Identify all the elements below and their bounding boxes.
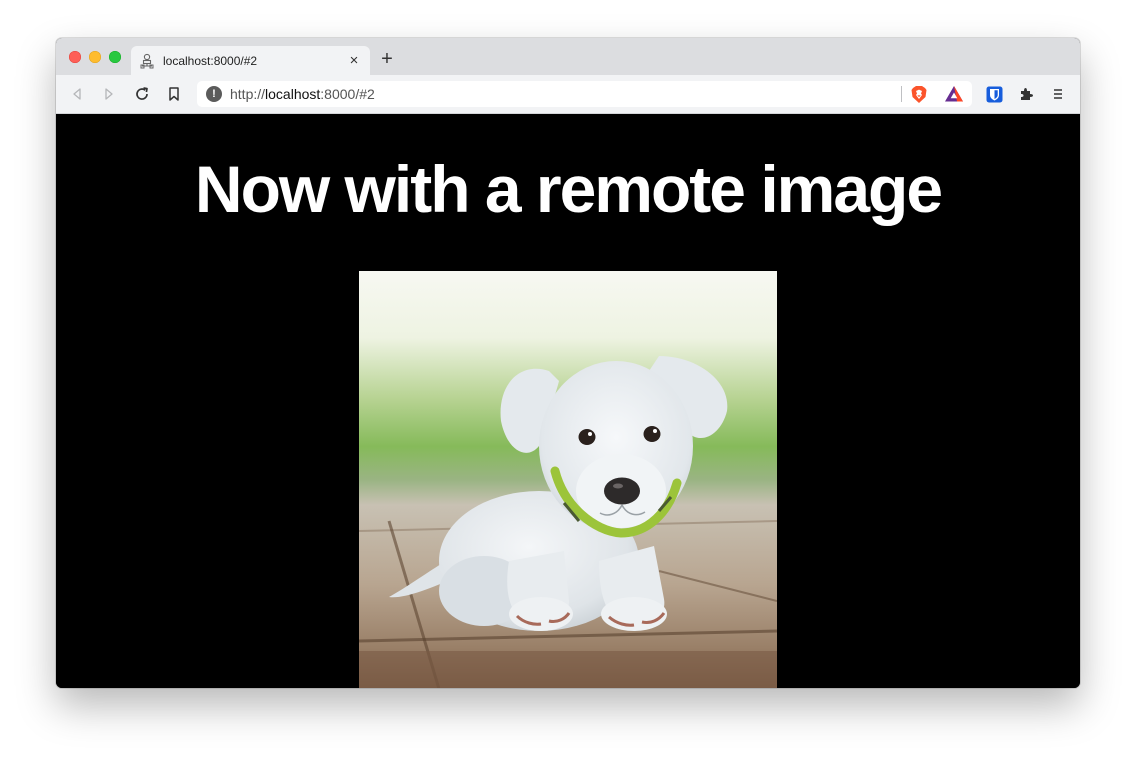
new-tab-button[interactable]: + (377, 49, 397, 70)
page-content: Now with a remote image (56, 114, 1080, 688)
address-bar[interactable]: ! http://localhost:8000/#2 (197, 81, 972, 107)
tab-close-button[interactable]: × (344, 52, 364, 69)
tab-title: localhost:8000/#2 (163, 53, 258, 68)
extensions-icon[interactable] (1017, 85, 1035, 103)
minimize-window-button[interactable] (89, 51, 101, 63)
reload-icon[interactable] (133, 85, 151, 103)
server-network-icon (139, 53, 155, 69)
close-window-button[interactable] (69, 51, 81, 63)
browser-toolbar: ! http://localhost:8000/#2 (56, 75, 1080, 114)
browser-window: localhost:8000/#2 × + ! http://localhost… (56, 38, 1080, 688)
back-icon[interactable] (68, 85, 86, 103)
tab-strip: localhost:8000/#2 × + (56, 38, 1080, 75)
info-icon[interactable]: ! (206, 86, 222, 102)
forward-icon[interactable] (100, 85, 118, 103)
menu-icon[interactable] (1049, 85, 1067, 103)
bitwarden-icon[interactable] (985, 85, 1003, 103)
zoom-window-button[interactable] (109, 51, 121, 63)
url-divider (901, 86, 902, 102)
puppy-image (359, 271, 777, 688)
brave-rewards-icon[interactable] (944, 85, 964, 108)
url-text: http://localhost:8000/#2 (230, 86, 375, 102)
bookmark-icon[interactable] (165, 85, 183, 103)
tab-active[interactable]: localhost:8000/#2 × (131, 46, 370, 75)
page-title: Now with a remote image (194, 152, 943, 226)
brave-shields-icon[interactable] (910, 85, 928, 109)
